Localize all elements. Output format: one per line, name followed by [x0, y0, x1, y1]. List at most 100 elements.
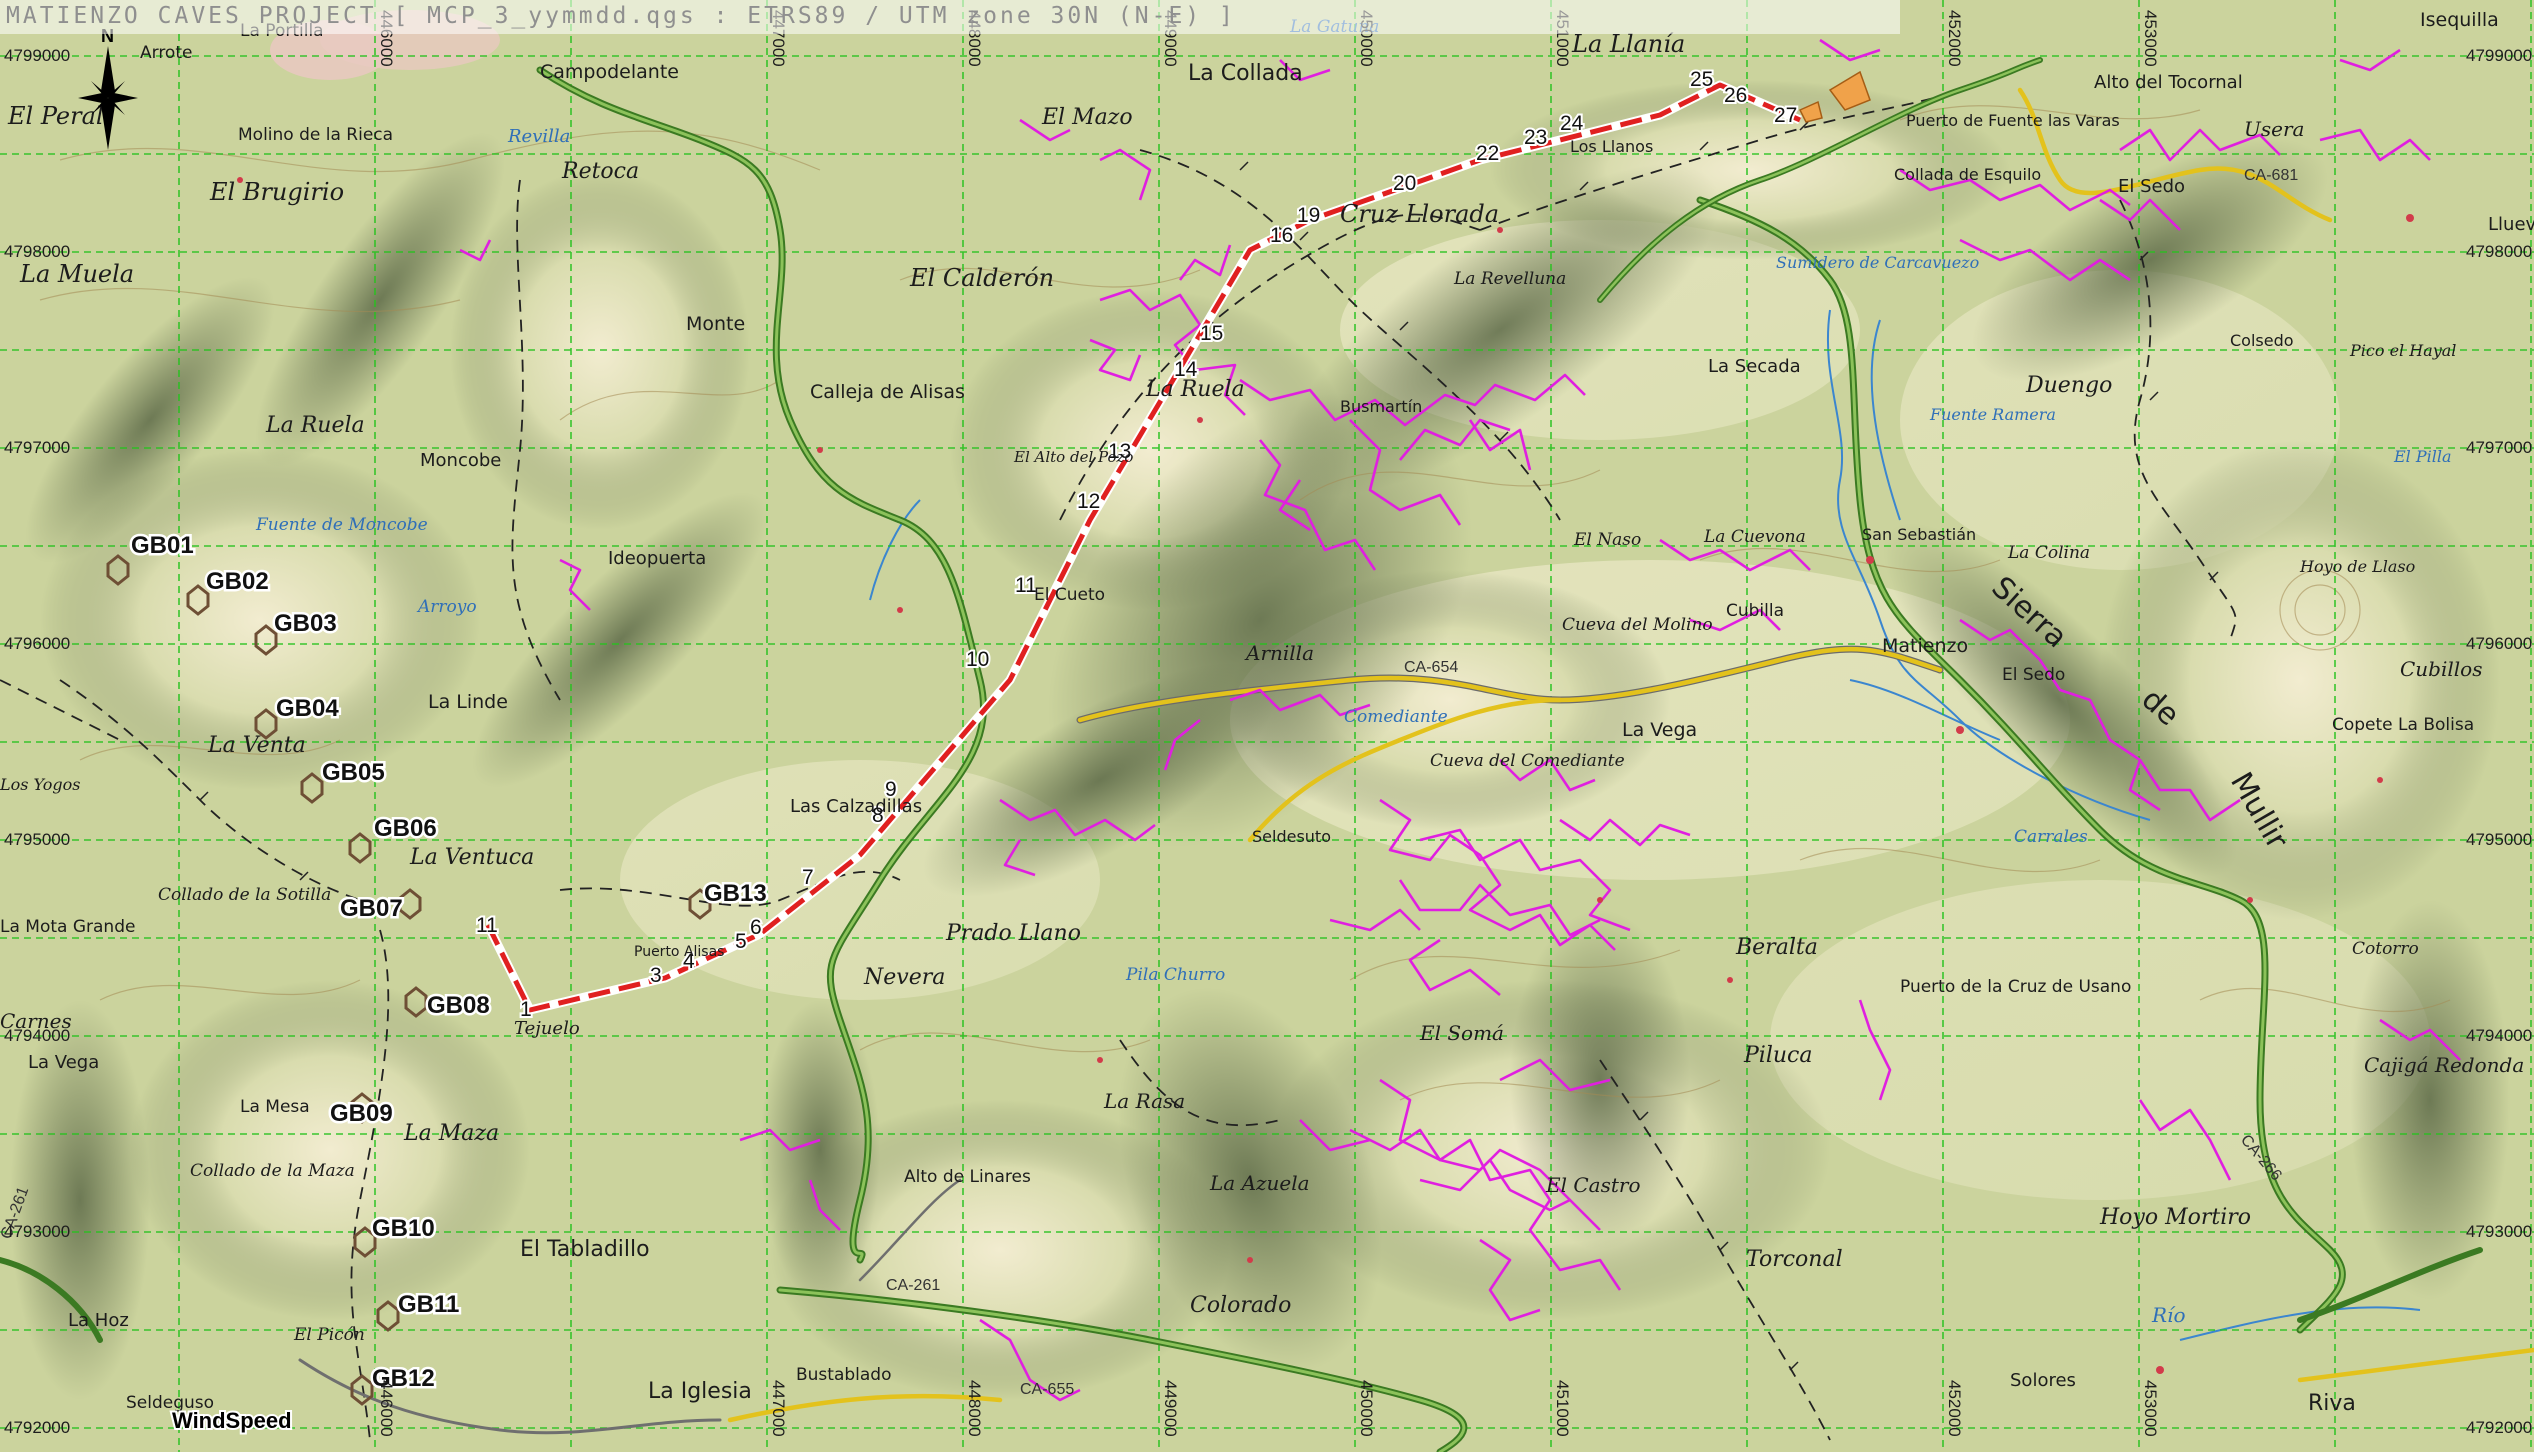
label-el-sedo: El Sedo: [2002, 665, 2065, 685]
label-la-linde: La Linde: [428, 691, 508, 713]
label-molino-rieca: Molino de la Rieca: [238, 125, 393, 145]
label-sumidero: Sumidero de Carcavuezo: [1776, 253, 1979, 272]
label-duengo: Duengo: [2025, 373, 2112, 398]
northing-left-6: 4794000: [4, 1026, 70, 1045]
label-cotorro: Cotorro: [2352, 939, 2419, 959]
label-busmartin: Busmartín: [1340, 397, 1422, 416]
label-bustablado: Bustablado: [796, 1365, 892, 1385]
label-la-rasa: La Rasa: [1103, 1089, 1185, 1113]
label-la-secada: La Secada: [1708, 356, 1801, 377]
map-title: MATIENZO CAVES PROJECT [ MCP_3_yymmdd.qg…: [6, 3, 1236, 29]
label-monte: Monte: [686, 313, 745, 335]
label-beralta: Beralta: [1735, 935, 1818, 960]
station-label: GB08: [427, 992, 490, 1019]
label-alto-del-pozo: El Alto del Pozo: [1013, 448, 1133, 466]
label-solores: Solores: [2010, 1370, 2076, 1391]
northing-left-3: 4797000: [4, 438, 70, 457]
route-label-24: 24: [1560, 112, 1584, 135]
route-label-3: 3: [650, 964, 662, 987]
label-colsedo: Colsedo: [2230, 331, 2294, 350]
label-pico-hayal: Pico el Hayal: [2349, 341, 2456, 360]
northing-right-7: 4793000: [2466, 1222, 2532, 1241]
station-label: GB11: [398, 1291, 459, 1318]
label-cubillos: Cubillos: [2400, 657, 2482, 681]
northing-right-4: 4796000: [2466, 634, 2532, 653]
northing-left-4: 4796000: [4, 634, 70, 653]
easting-bottom-6: 451000: [1553, 1380, 1572, 1437]
label-la-maza: La Maza: [403, 1121, 499, 1146]
easting-bottom-4: 449000: [1161, 1380, 1180, 1437]
label-collada-esquilo: Collada de Esquilo: [1894, 165, 2041, 184]
label-torconal: Torconal: [1746, 1247, 1843, 1272]
label-fuente-moncobe: Fuente de Moncobe: [255, 515, 428, 535]
route-label-25: 25: [1690, 68, 1713, 91]
northing-left-5: 4795000: [4, 830, 70, 849]
route-label-12: 12: [1077, 490, 1100, 513]
title-bar: MATIENZO CAVES PROJECT [ MCP_3_yymmdd.qg…: [0, 0, 1900, 34]
label-cueva-molino: Cueva del Molino: [1562, 615, 1713, 635]
station-label: GB05: [322, 759, 385, 786]
label-el-tabladillo: El Tabladillo: [520, 1237, 650, 1262]
label-alto-linares: Alto de Linares: [904, 1167, 1031, 1187]
label-cubilla: Cubilla: [1726, 601, 1784, 621]
label-isequilla: Isequilla: [2420, 9, 2499, 31]
station-label: GB07: [340, 895, 403, 922]
label-la-ruela: La Ruela: [1145, 377, 1245, 402]
route-label-10: 10: [966, 648, 989, 671]
label-el-brugirio: El Brugirio: [209, 178, 344, 206]
label-usera: Usera: [2244, 117, 2304, 141]
station-label: GB01: [131, 532, 194, 559]
label-collado-maza: Collado de la Maza: [190, 1161, 355, 1181]
route-label-27: 27: [1774, 104, 1797, 127]
label-ideopuerta: Ideopuerta: [608, 548, 706, 569]
label-el-castro: El Castro: [1545, 1173, 1640, 1197]
northing-right-3: 4797000: [2466, 438, 2532, 457]
label-rio: Río: [2151, 1303, 2186, 1327]
label-la-muela: La Muela: [19, 260, 134, 288]
label-riva: Riva: [2308, 1391, 2356, 1416]
station-label: GB09: [330, 1100, 393, 1127]
station-label: GB13: [704, 880, 767, 907]
station-label: GB03: [274, 610, 337, 637]
northing-right-8: 4792000: [2466, 1418, 2532, 1437]
label-el-calderon: El Calderón: [909, 264, 1054, 292]
topographic-map[interactable]: 1 3 4 5 6 7 8 9 10 11 12 13 14 15 16 19 …: [0, 0, 2534, 1452]
label-retoca: Retoca: [561, 159, 639, 184]
label-el-mazo: El Mazo: [1041, 105, 1133, 130]
route-label-22: 22: [1476, 142, 1499, 165]
label-copete: Copete La Bolisa: [2332, 715, 2474, 735]
route-label-5: 5: [735, 930, 747, 953]
label-la-vega-l: La Vega: [28, 1052, 99, 1073]
label-el-cueto: El Cueto: [1034, 585, 1105, 605]
route-label-26: 26: [1724, 84, 1747, 107]
road-code-ca654: CA-654: [1404, 659, 1458, 676]
label-calleja-alisas: Calleja de Alisas: [810, 381, 965, 403]
label-los-yogos: Los Yogos: [0, 775, 80, 794]
route-label-6: 6: [750, 916, 762, 939]
label-la-revelluna: La Revelluna: [1453, 269, 1566, 289]
label-puerto-alisas: Puerto Alisas: [634, 944, 724, 960]
label-el-picon: El Picón: [293, 1325, 365, 1345]
label-carrales: Carrales: [2014, 827, 2088, 847]
route-label-23: 23: [1524, 126, 1547, 149]
windspeed-label: WindSpeed: [172, 1408, 292, 1433]
route-label-11-start: 11: [476, 914, 498, 937]
label-el-pilla: El Pilla: [2393, 447, 2452, 466]
easting-bottom-7: 452000: [1945, 1380, 1964, 1437]
label-comediante: Comediante: [1344, 707, 1448, 727]
label-revilla: Revilla: [507, 126, 570, 147]
label-arrote: Arrote: [140, 43, 192, 63]
label-piluca: Piluca: [1743, 1043, 1812, 1068]
road-code-ca261: CA-261: [886, 1277, 940, 1294]
label-puerto-fuente: Puerto de Fuente las Varas: [1906, 111, 2120, 130]
northing-right-6: 4794000: [2466, 1026, 2532, 1045]
label-la-cuevona: La Cuevona: [1703, 527, 1806, 547]
label-prado-llano: Prado Llano: [945, 921, 1081, 946]
northing-right-1: 4799000: [2466, 46, 2532, 65]
route-label-20: 20: [1393, 172, 1416, 195]
label-cruz-llorada: Cruz Llorada: [1340, 200, 1499, 228]
label-llueva: Llueva: [2488, 214, 2534, 235]
label-la-colina: La Colina: [2007, 543, 2090, 563]
label-puerto-usano: Puerto de la Cruz de Usano: [1900, 977, 2131, 997]
label-nevera: Nevera: [863, 965, 945, 990]
